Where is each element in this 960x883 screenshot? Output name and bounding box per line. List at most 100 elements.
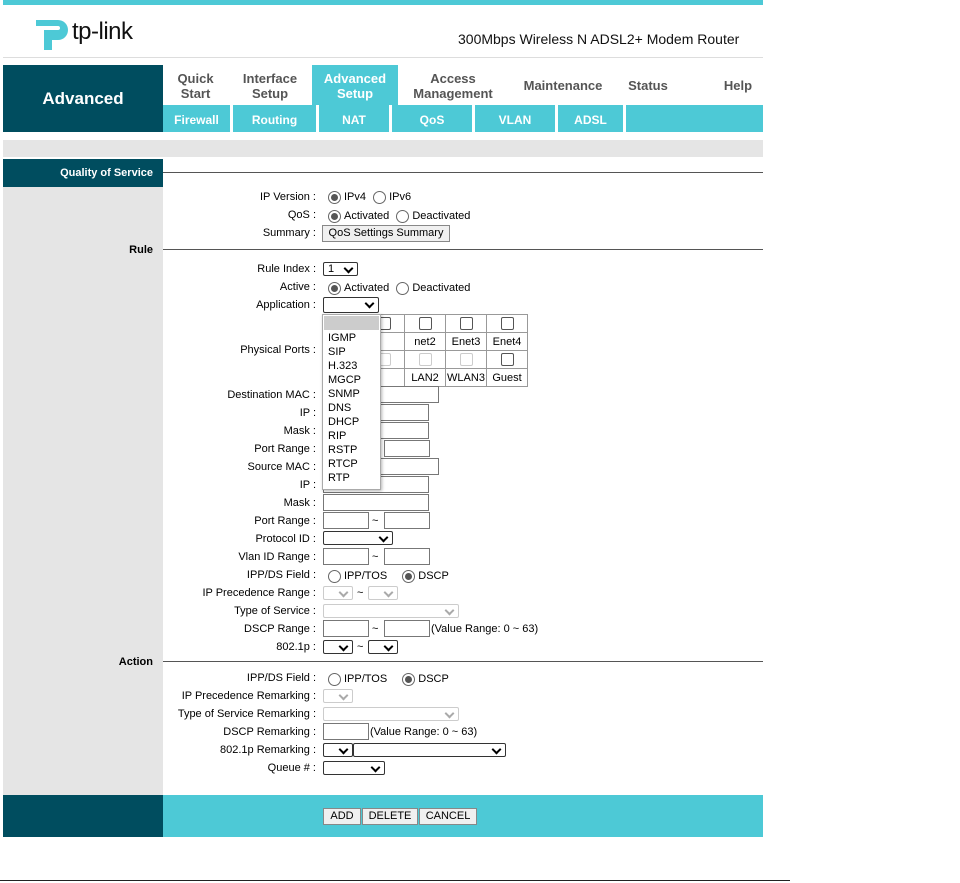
menu-help[interactable]: Help [713, 78, 763, 93]
action-ipp-ds-field-label: IPP/DS Field : [246, 672, 316, 684]
ipv6-radio[interactable] [373, 191, 387, 204]
source-port-end-input[interactable] [384, 512, 430, 529]
submenu-vlan[interactable]: VLAN [475, 105, 558, 132]
footer-left-block [3, 795, 163, 837]
submenu-qos[interactable]: QoS [392, 105, 475, 132]
ipv6-label: IPv6 [389, 191, 412, 204]
physical-ports-table: net2 Enet3 Enet4 LAN2 WLAN3 Guest [363, 314, 528, 387]
port-label-guest: Guest [486, 368, 528, 387]
application-label: Application : [256, 299, 316, 311]
source-port-start-input[interactable] [323, 512, 369, 529]
dropdown-option[interactable]: SIP [328, 346, 346, 358]
rule-index-label: Rule Index : [257, 263, 316, 275]
dropdown-option[interactable]: RSTP [328, 444, 357, 456]
submenu-routing[interactable]: Routing [233, 105, 319, 132]
dest-ip-label: IP : [299, 407, 316, 419]
port-label-enet3: Enet3 [445, 332, 487, 351]
dropdown-option[interactable]: RTCP [328, 458, 358, 470]
dscp-remarking-note: (Value Range: 0 ~ 63) [370, 726, 478, 738]
divider [163, 172, 763, 173]
ipv4-label: IPv4 [344, 191, 367, 204]
dropdown-option[interactable]: RIP [328, 430, 346, 442]
menu-maintenance[interactable]: Maintenance [513, 78, 613, 93]
dest-port-range-label: Port Range : [254, 443, 316, 455]
dot1p-start-select[interactable] [323, 640, 353, 654]
port-enet4-checkbox[interactable] [500, 317, 514, 330]
dest-port-end-input[interactable] [384, 440, 430, 457]
bottom-divider [0, 880, 790, 881]
source-mac-label: Source MAC : [247, 461, 316, 473]
port-wlan3-checkbox[interactable] [459, 353, 473, 366]
nav-section-title: Advanced [42, 89, 124, 108]
dscp-radio[interactable] [402, 570, 416, 583]
submenu-adsl[interactable]: ADSL [558, 105, 626, 132]
dot1p-remarking-select[interactable] [323, 743, 353, 757]
dot1p-remarking-label: 802.1p Remarking : [220, 744, 316, 756]
ip-precedence-start-select[interactable] [323, 586, 353, 600]
vlan-end-input[interactable] [384, 548, 430, 565]
dropdown-option[interactable]: RTP [328, 472, 350, 484]
range-separator: ~ [357, 641, 364, 653]
port-enet2-checkbox[interactable] [418, 317, 432, 330]
source-ip-label: IP : [299, 479, 316, 491]
ipp-tos-radio[interactable] [328, 570, 341, 583]
tos-remarking-select[interactable] [323, 707, 459, 721]
dscp-start-input[interactable] [323, 620, 369, 637]
vlan-start-input[interactable] [323, 548, 369, 565]
qos-deactivated-radio[interactable] [396, 210, 410, 223]
rule-index-select[interactable]: 1 [323, 262, 358, 276]
menu-status[interactable]: Status [618, 78, 678, 93]
dropdown-option-empty[interactable] [324, 316, 379, 330]
menu-access-management[interactable]: Access Management [405, 71, 501, 101]
dropdown-option[interactable]: DNS [328, 402, 351, 414]
ip-precedence-remarking-select[interactable] [323, 689, 353, 703]
ipp-tos-label: IPP/TOS [344, 570, 388, 583]
dscp-end-input[interactable] [384, 620, 430, 637]
port-label-enet2: net2 [404, 332, 446, 351]
ipv4-radio[interactable] [328, 191, 341, 204]
dot1p-remarking-secondary-select[interactable] [353, 743, 506, 757]
active-deactivated-radio[interactable] [396, 282, 410, 295]
port-label-wlan2: LAN2 [404, 368, 446, 387]
queue-select[interactable] [323, 761, 385, 775]
action-ipp-tos-label: IPP/TOS [344, 673, 388, 686]
dropdown-option[interactable]: SNMP [328, 388, 360, 400]
gray-strip [3, 140, 763, 157]
dropdown-option[interactable]: H.323 [328, 360, 357, 372]
port-guest-checkbox[interactable] [500, 353, 514, 366]
active-label: Active : [279, 281, 316, 293]
qos-activated-radio[interactable] [328, 210, 341, 223]
dscp-remarking-input[interactable] [323, 723, 369, 740]
dropdown-option[interactable]: DHCP [328, 416, 359, 428]
dropdown-option[interactable]: MGCP [328, 374, 361, 386]
range-separator: ~ [357, 587, 364, 599]
submenu-nat[interactable]: NAT [319, 105, 392, 132]
active-activated-label: Activated [344, 282, 390, 295]
action-ipp-tos-radio[interactable] [328, 673, 341, 686]
application-select[interactable] [323, 297, 379, 313]
protocol-id-select[interactable] [323, 531, 393, 545]
dropdown-option[interactable]: IGMP [328, 332, 356, 344]
divider [163, 249, 763, 250]
sub-menu: Firewall Routing NAT QoS VLAN ADSL [163, 105, 763, 132]
port-label-wlan3: WLAN3 [445, 368, 487, 387]
active-activated-radio[interactable] [328, 282, 341, 295]
menu-interface-setup[interactable]: Interface Setup [235, 71, 305, 101]
dest-mac-label: Destination MAC : [227, 389, 316, 401]
add-button[interactable]: ADD [323, 808, 361, 825]
cancel-button[interactable]: CANCEL [419, 808, 477, 825]
action-dscp-radio[interactable] [402, 673, 416, 686]
qos-settings-summary-button[interactable]: QoS Settings Summary [322, 225, 450, 242]
delete-button[interactable]: DELETE [362, 808, 418, 825]
port-enet3-checkbox[interactable] [459, 317, 473, 330]
ip-precedence-end-select[interactable] [368, 586, 398, 600]
submenu-firewall[interactable]: Firewall [163, 105, 233, 132]
menu-quick-start[interactable]: Quick Start [163, 71, 228, 101]
type-of-service-select[interactable] [323, 604, 459, 618]
main-menu: Quick Start Interface Setup Advanced Set… [163, 65, 763, 105]
source-mask-input[interactable] [323, 494, 429, 511]
menu-advanced-setup[interactable]: Advanced Setup [312, 65, 398, 105]
port-wlan2-checkbox[interactable] [418, 353, 432, 366]
dot1p-end-select[interactable] [368, 640, 398, 654]
qos-deactivated-label: Deactivated [412, 210, 471, 223]
